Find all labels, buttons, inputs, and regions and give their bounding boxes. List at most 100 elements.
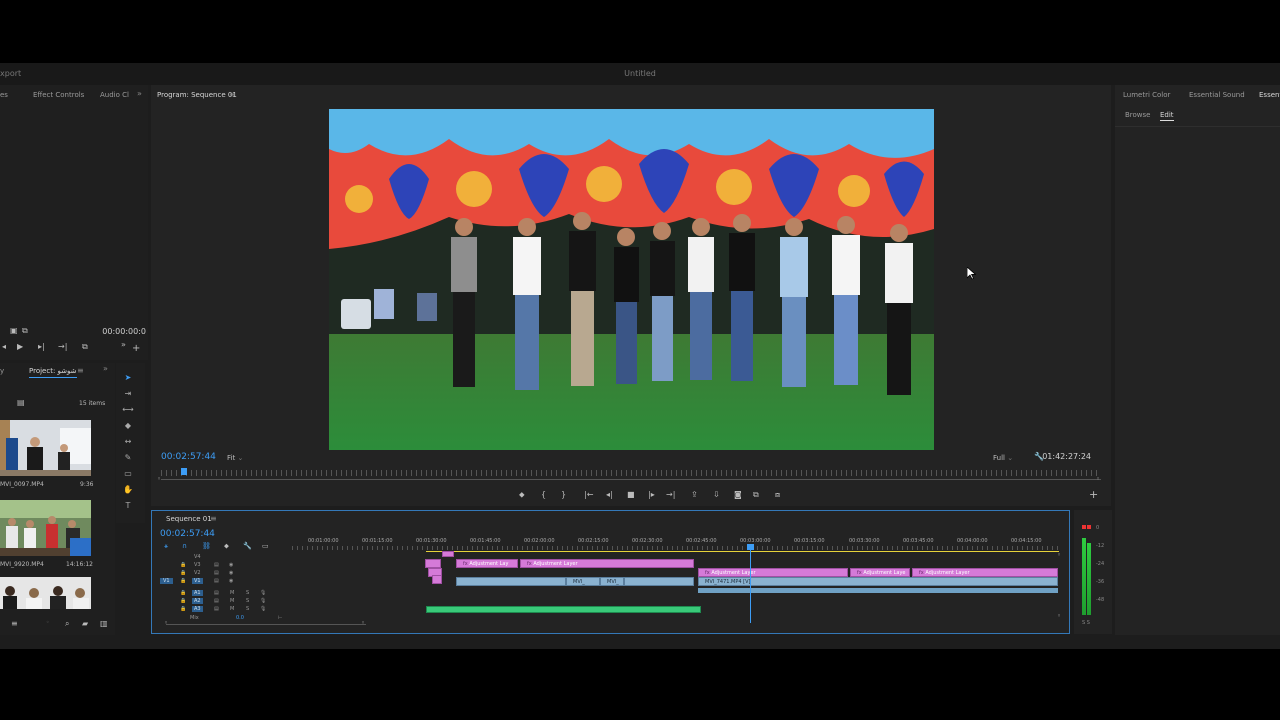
timeline-clip[interactable]: fx Adjustment Layer <box>912 568 1058 577</box>
add-marker-timeline-icon[interactable]: ⬥ <box>224 542 229 551</box>
timeline-clip[interactable] <box>442 551 454 557</box>
eye-icon[interactable]: ◉ <box>229 578 233 584</box>
mark-out-icon[interactable]: } <box>561 490 566 499</box>
program-timecode[interactable]: 00:02:57:44 <box>161 452 216 462</box>
track-a3-label[interactable]: A3 <box>192 606 203 612</box>
mark-in-icon[interactable]: { <box>541 490 546 499</box>
mute-button[interactable]: M <box>230 606 234 612</box>
program-menu-icon[interactable]: ≡ <box>229 90 236 99</box>
timeline-clip[interactable]: fx Adjustment Layer <box>520 559 694 568</box>
find-icon[interactable]: ⌕ <box>65 619 69 629</box>
source-patch-v1[interactable]: V1 <box>160 578 173 584</box>
program-video-frame[interactable] <box>329 109 934 450</box>
mix-fader-icon[interactable]: ⊢ <box>278 615 282 621</box>
program-ruler[interactable] <box>161 470 1101 476</box>
comparison-view-icon[interactable]: ⧉ <box>753 490 759 500</box>
resolution-dropdown[interactable]: Full <box>993 454 1013 462</box>
timeline-clip[interactable]: fx Adjustment Layer <box>698 568 848 577</box>
export-frame-camera-icon[interactable]: ◙ <box>734 490 742 499</box>
nest-toggle-icon[interactable]: ⚹ <box>164 542 168 551</box>
button-editor-icon[interactable]: + <box>1089 488 1098 501</box>
new-bin-icon[interactable]: ▤ <box>17 398 25 407</box>
lock-icon[interactable]: 🔒 <box>180 562 186 568</box>
timeline-clip[interactable] <box>432 575 442 584</box>
lock-icon[interactable]: 🔒 <box>180 590 186 596</box>
program-title[interactable]: Program: Sequence 01 <box>157 91 237 99</box>
voice-over-icon[interactable]: 🎙 <box>260 606 266 612</box>
type-tool-icon[interactable]: T <box>122 501 134 510</box>
timeline-clip[interactable]: fx Adjustment Lay <box>456 559 518 568</box>
add-button-icon[interactable]: + <box>132 343 140 354</box>
clip-thumbnail-2[interactable] <box>0 500 91 556</box>
linked-selection-icon[interactable]: ⛓ <box>202 542 211 550</box>
zoom-dropdown[interactable]: Fit <box>227 454 243 462</box>
tab-lumetri-color[interactable]: Lumetri Color <box>1123 91 1170 99</box>
pen-tool-icon[interactable]: ✎ <box>122 453 134 462</box>
tab-edit[interactable]: Edit <box>1160 111 1174 121</box>
snap-icon[interactable]: ∩ <box>182 542 187 550</box>
track-a1-label[interactable]: A1 <box>192 590 203 596</box>
eye-icon[interactable]: ◉ <box>229 562 233 568</box>
step-back-frame-icon[interactable]: ◂| <box>606 490 613 499</box>
work-area-bar[interactable] <box>426 551 1059 552</box>
step-back-icon[interactable]: ◂ <box>2 342 6 351</box>
audio-clip[interactable] <box>426 606 701 613</box>
tab-essential-graphics[interactable]: Essenti <box>1259 91 1280 99</box>
program-scrub-bar[interactable] <box>161 479 1101 480</box>
voice-over-icon[interactable]: 🎙 <box>260 598 266 604</box>
scroll-handle-top[interactable]: ◦ <box>1057 551 1061 559</box>
mute-button[interactable]: M <box>230 598 234 604</box>
export-frame-icon[interactable]: ⧉ <box>22 326 28 336</box>
clip-indicator[interactable] <box>1082 525 1086 529</box>
new-bin-bottom-icon[interactable]: ▰ <box>82 619 88 628</box>
sync-lock-icon[interactable]: ▤ <box>214 606 219 612</box>
track-v4-label[interactable]: V4 <box>194 554 201 560</box>
step-forward-icon[interactable]: ▸| <box>38 342 45 351</box>
hand-tool-icon[interactable]: ✋ <box>122 485 134 494</box>
go-to-out-icon[interactable]: →| <box>58 342 67 351</box>
track-select-icon[interactable]: ⇥ <box>122 389 134 398</box>
project-expand-icon[interactable]: » <box>103 364 108 373</box>
add-marker-icon[interactable]: ⬥ <box>519 490 525 500</box>
track-v1-label[interactable]: V1 <box>192 578 203 584</box>
timeline-clip[interactable]: MVI_7471.MP4 [V] <box>698 577 1058 586</box>
stop-icon[interactable]: ■ <box>627 490 635 499</box>
go-to-out-program-icon[interactable]: →| <box>666 490 675 499</box>
track-v2-label[interactable]: V2 <box>194 570 201 576</box>
playhead-marker[interactable] <box>181 468 187 475</box>
rectangle-tool-icon[interactable]: ▭ <box>122 469 134 478</box>
timeline-clip[interactable] <box>624 577 694 586</box>
lock-icon[interactable]: 🔒 <box>180 570 186 576</box>
lock-icon[interactable]: 🔒 <box>180 578 186 584</box>
ripple-edit-icon[interactable]: ⟷ <box>122 405 134 414</box>
slip-tool-icon[interactable]: ↔ <box>122 437 134 446</box>
sync-lock-icon[interactable]: ▤ <box>214 570 219 576</box>
solo-button[interactable]: S <box>246 598 249 604</box>
tab-browse[interactable]: Browse <box>1125 111 1151 119</box>
timeline-clip[interactable]: fx Adjustment Laye <box>850 568 910 577</box>
timeline-clip[interactable]: MVI_ <box>600 577 624 586</box>
extract-icon[interactable]: ⇩ <box>713 490 720 499</box>
tab-library[interactable]: y <box>0 367 4 375</box>
timeline-clip[interactable] <box>425 559 441 568</box>
sync-lock-icon[interactable]: ▤ <box>214 590 219 596</box>
go-to-in-icon[interactable]: |← <box>584 490 593 499</box>
solo-button[interactable]: S <box>246 606 249 612</box>
sequence-menu-icon[interactable]: ≡ <box>210 514 217 523</box>
mute-button[interactable]: M <box>230 590 234 596</box>
new-item-icon[interactable]: ▥ <box>100 619 108 628</box>
eye-icon[interactable]: ◉ <box>229 570 233 576</box>
razor-tool-icon[interactable]: ◆ <box>122 421 134 430</box>
more-buttons-icon[interactable]: » <box>121 340 126 349</box>
solo-button[interactable]: S <box>246 590 249 596</box>
timeline-timecode[interactable]: 00:02:57:44 <box>160 529 215 539</box>
zoom-scrollbar[interactable] <box>166 624 366 625</box>
list-view-icon[interactable]: ≡ <box>11 619 18 628</box>
selection-tool-icon[interactable]: ➤ <box>122 373 134 382</box>
meter-solo-buttons[interactable]: S S <box>1082 620 1090 626</box>
timeline-playhead[interactable] <box>750 547 751 623</box>
zoom-slider[interactable]: ◦ <box>46 619 50 626</box>
lock-icon[interactable]: 🔒 <box>180 598 186 604</box>
clip-indicator[interactable] <box>1087 525 1091 529</box>
zoom-handle-left[interactable]: ◦ <box>164 619 168 627</box>
